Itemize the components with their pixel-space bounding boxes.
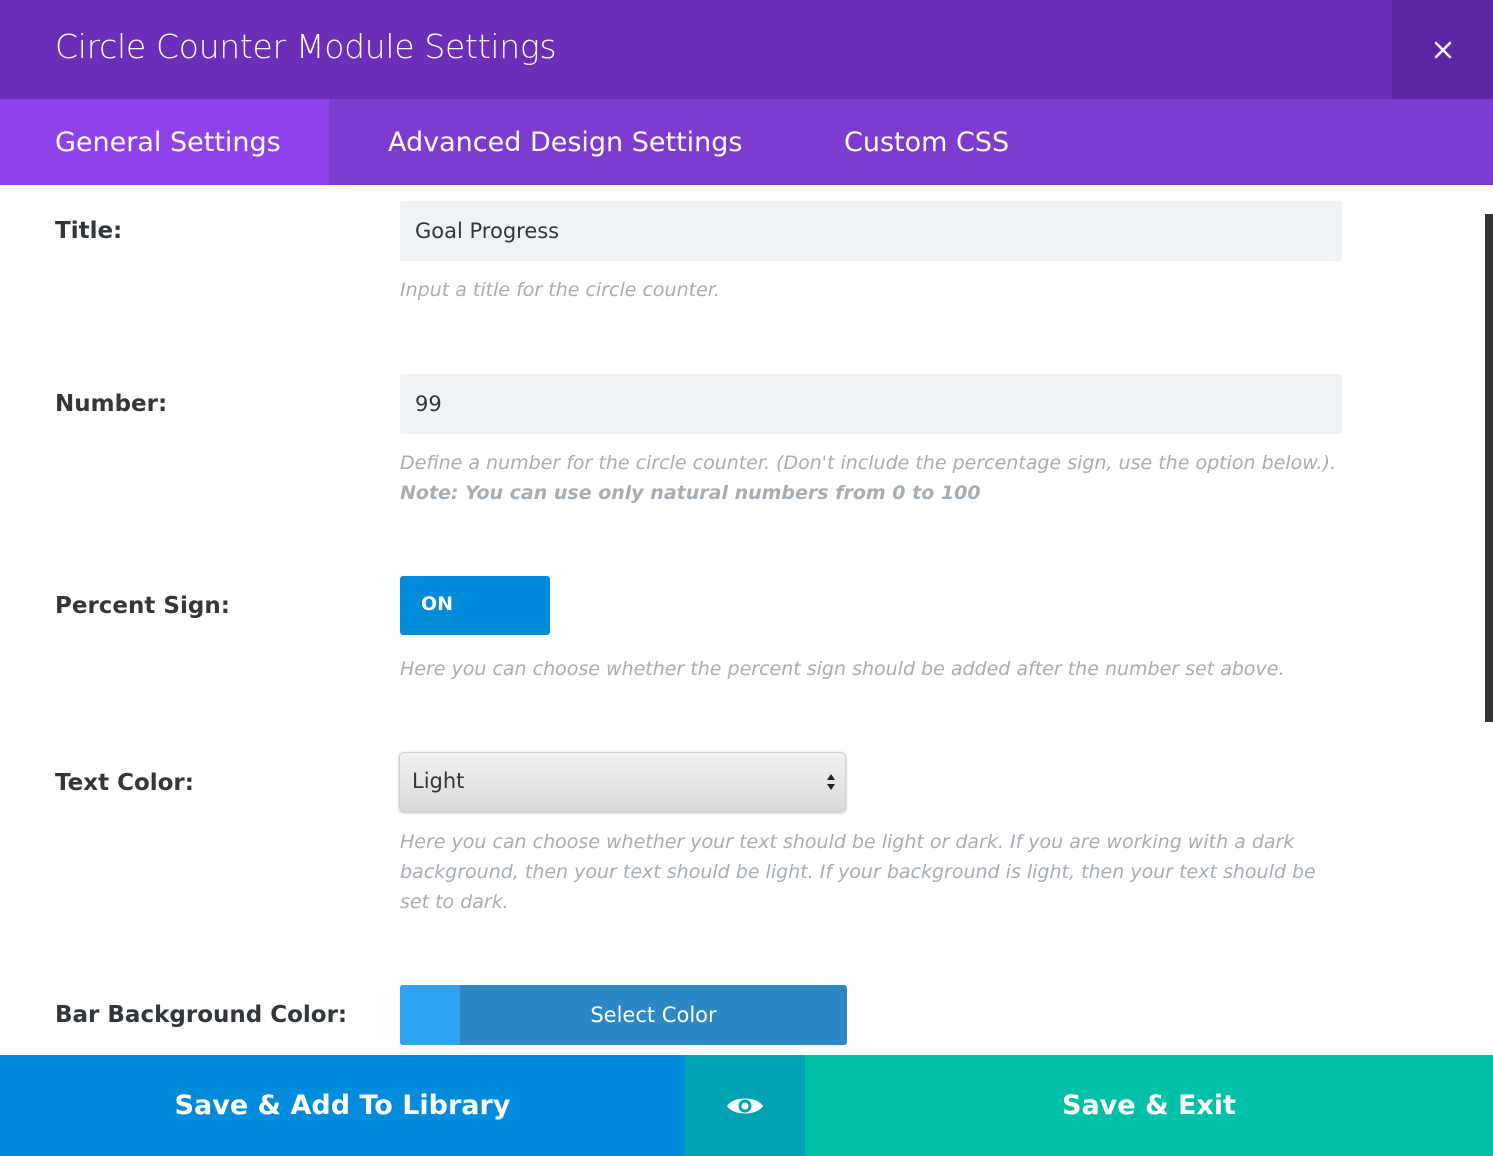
percent-sign-label: Percent Sign: (55, 593, 230, 619)
modal-title: Circle Counter Module Settings (55, 27, 557, 66)
tab-advanced-design-settings[interactable]: Advanced Design Settings (329, 99, 784, 185)
close-button[interactable] (1392, 0, 1493, 99)
preview-button[interactable] (685, 1055, 805, 1156)
save-exit-label: Save & Exit (1062, 1090, 1236, 1121)
percent-sign-description: Here you can choose whether the percent … (400, 658, 1285, 680)
save-add-to-library-button[interactable]: Save & Add To Library (0, 1055, 685, 1156)
text-color-select[interactable]: Light (399, 752, 846, 812)
text-color-description-line-3: set to dark. (400, 891, 509, 913)
close-icon[interactable] (1434, 41, 1452, 59)
tab-custom-css[interactable]: Custom CSS (784, 99, 1054, 185)
modal-footer: Save & Add To Library Save & Exit (0, 1055, 1493, 1156)
settings-form: Title: Goal Progress Input a title for t… (0, 185, 1493, 1055)
modal-header: Circle Counter Module Settings (0, 0, 1493, 99)
bar-background-color-label: Bar Background Color: (55, 1002, 348, 1028)
select-color-button[interactable]: Select Color (400, 985, 847, 1045)
title-description: Input a title for the circle counter. (400, 279, 720, 301)
select-color-label: Select Color (590, 1003, 717, 1027)
scrollbar[interactable] (1485, 214, 1493, 722)
percent-sign-toggle[interactable]: ON (400, 576, 943, 635)
number-input[interactable]: 99 (400, 374, 1342, 434)
color-swatch[interactable] (400, 985, 460, 1045)
toggle-state-label: ON (421, 593, 454, 615)
save-exit-button[interactable]: Save & Exit (805, 1055, 1493, 1156)
tab-custom-css-label: Custom CSS (844, 126, 1010, 158)
save-add-to-library-label: Save & Add To Library (174, 1090, 511, 1121)
text-color-selected-value: Light (412, 769, 465, 793)
tab-general-settings[interactable]: General Settings (0, 99, 329, 185)
number-description: Define a number for the circle counter. … (400, 452, 1337, 474)
tab-general-settings-label: General Settings (55, 126, 281, 158)
toggle-knob (875, 584, 943, 627)
settings-tabs: General Settings Advanced Design Setting… (0, 99, 1493, 185)
select-arrows-icon (827, 774, 835, 790)
title-label: Title: (55, 218, 123, 244)
eye-icon (727, 1098, 763, 1113)
text-color-description-line-1: Here you can choose whether your text sh… (400, 831, 1295, 853)
text-color-label: Text Color: (55, 770, 194, 796)
number-label: Number: (55, 391, 168, 417)
text-color-description-line-2: background, then your text should be lig… (400, 861, 1316, 883)
number-note: Note: You can use only natural numbers f… (400, 482, 981, 504)
title-input[interactable]: Goal Progress (400, 201, 1342, 261)
tab-advanced-design-settings-label: Advanced Design Settings (388, 126, 743, 158)
